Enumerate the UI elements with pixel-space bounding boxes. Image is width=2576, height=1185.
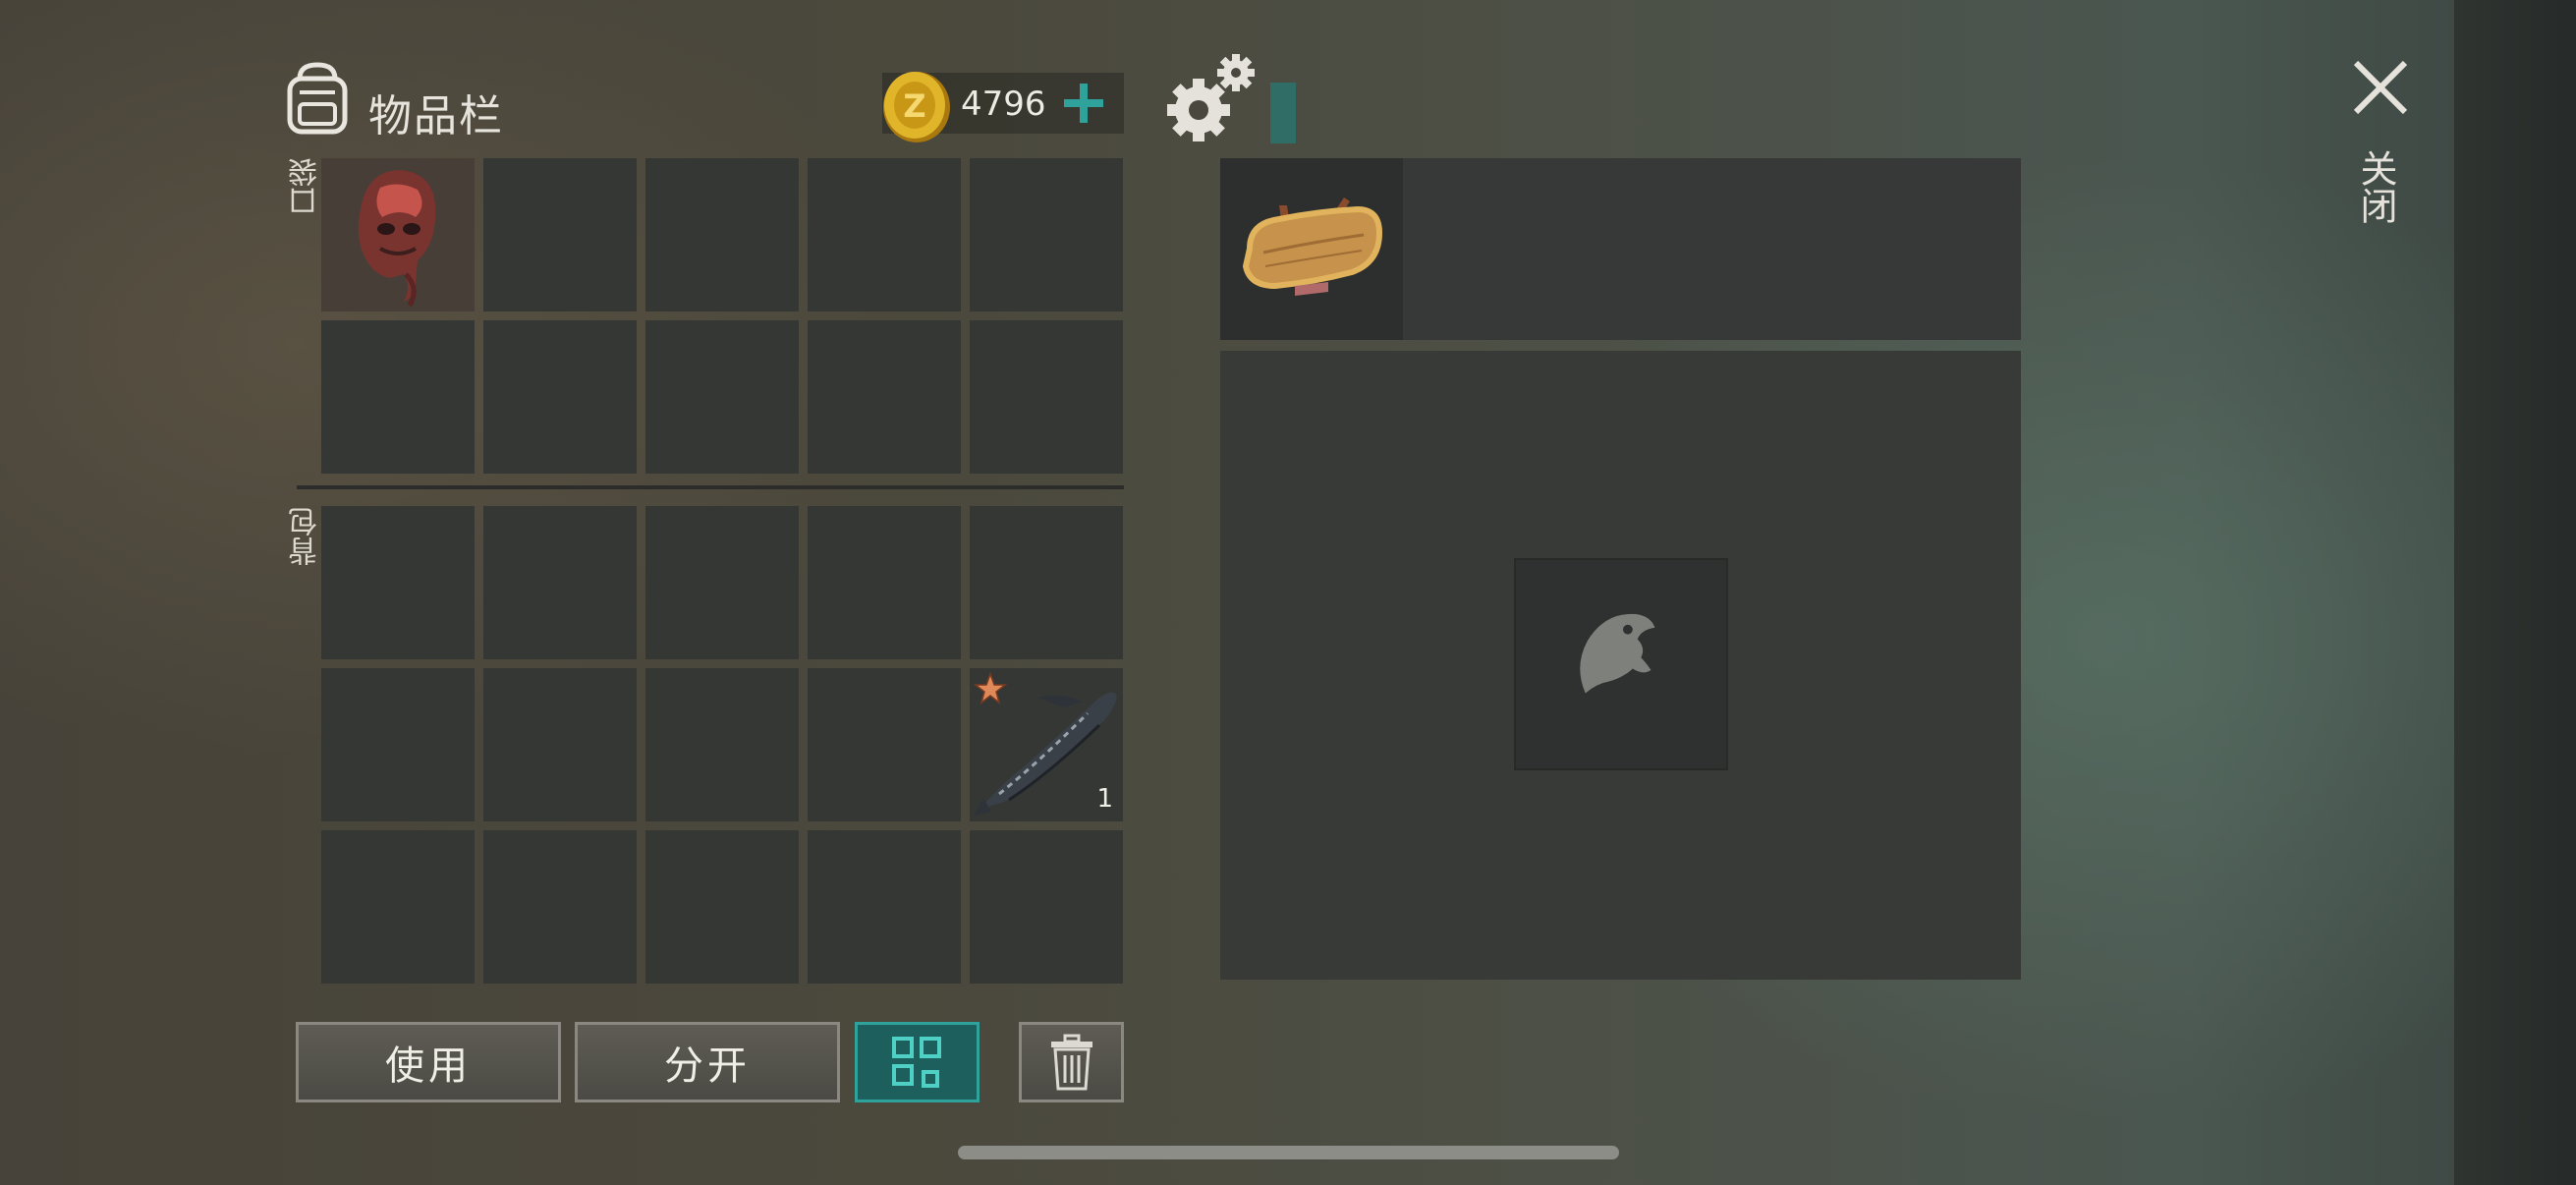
pocket-slot[interactable] bbox=[321, 320, 475, 474]
sort-grid-icon bbox=[891, 1037, 941, 1088]
split-button[interactable]: 分开 bbox=[575, 1022, 840, 1102]
add-coins-icon[interactable] bbox=[1061, 81, 1106, 126]
backpack-slot[interactable] bbox=[483, 830, 637, 984]
coin-count: 4796 bbox=[961, 85, 1046, 124]
backpack-slot[interactable]: 1 bbox=[970, 668, 1123, 821]
backpack-slot[interactable] bbox=[645, 668, 799, 821]
close-label[interactable]: 关闭 bbox=[2354, 149, 2397, 224]
svg-text:Z: Z bbox=[903, 87, 925, 125]
backpack-slot[interactable] bbox=[645, 830, 799, 984]
pocket-slot[interactable] bbox=[808, 158, 961, 311]
right-edge-strip bbox=[2454, 0, 2576, 1185]
close-icon[interactable] bbox=[2350, 57, 2411, 118]
trash-icon bbox=[1050, 1034, 1092, 1091]
mutant-head-icon bbox=[358, 170, 436, 308]
pocket-slot[interactable] bbox=[321, 158, 475, 311]
home-indicator-bar bbox=[958, 1146, 1619, 1159]
fish-drop-slot[interactable] bbox=[1514, 558, 1728, 770]
delete-button[interactable] bbox=[1019, 1022, 1124, 1102]
pocket-slot[interactable] bbox=[645, 320, 799, 474]
item-quantity: 1 bbox=[1096, 784, 1113, 814]
sort-button[interactable] bbox=[855, 1022, 980, 1102]
backpack-slot[interactable] bbox=[970, 506, 1123, 659]
pocket-slot[interactable] bbox=[483, 158, 637, 311]
status-bar-indicator bbox=[1270, 83, 1296, 143]
backpack-slot[interactable] bbox=[808, 668, 961, 821]
backpack-slot[interactable] bbox=[808, 830, 961, 984]
pocket-slot[interactable] bbox=[970, 320, 1123, 474]
section-divider bbox=[297, 485, 1124, 489]
backpack-slot[interactable] bbox=[321, 830, 475, 984]
backpack-grid: 1 bbox=[321, 506, 1123, 984]
backpack-slot[interactable] bbox=[808, 506, 961, 659]
pocket-grid bbox=[321, 158, 1123, 474]
pocket-slot[interactable] bbox=[970, 158, 1123, 311]
container-sign-slot[interactable] bbox=[1220, 158, 1403, 340]
backpack-slot[interactable] bbox=[970, 830, 1123, 984]
page-title: 物品栏 bbox=[368, 91, 504, 141]
backpack-slot[interactable] bbox=[321, 668, 475, 821]
backpack-slot[interactable] bbox=[483, 506, 637, 659]
backpack-icon bbox=[287, 62, 348, 135]
pocket-slot[interactable] bbox=[645, 158, 799, 311]
use-button[interactable]: 使用 bbox=[296, 1022, 561, 1102]
backpack-slot[interactable] bbox=[321, 506, 475, 659]
settings-gear-icon[interactable] bbox=[1159, 51, 1265, 145]
coin-icon: Z bbox=[883, 72, 950, 142]
wooden-sign-icon bbox=[1242, 198, 1383, 296]
fish-icon bbox=[1580, 613, 1655, 694]
pocket-slot[interactable] bbox=[808, 320, 961, 474]
star-icon bbox=[974, 672, 1007, 705]
backpack-slot[interactable] bbox=[645, 506, 799, 659]
backpack-slot[interactable] bbox=[483, 668, 637, 821]
pocket-slot[interactable] bbox=[483, 320, 637, 474]
